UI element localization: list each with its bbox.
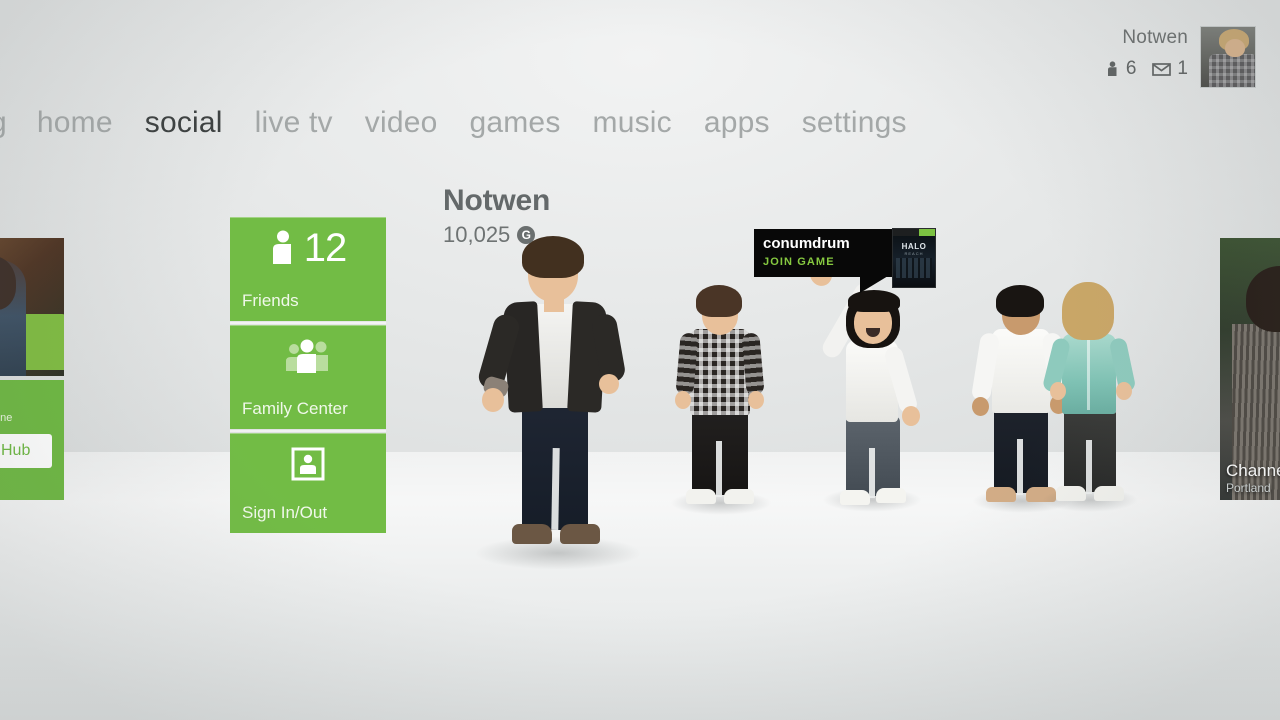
- gamertag-name: Notwen: [443, 184, 551, 217]
- tile-friends-label: Friends: [242, 291, 299, 310]
- boxart-subtitle: REACH: [904, 251, 924, 256]
- game-boxart-thumbnail: HALO REACH: [892, 228, 936, 288]
- avatar-shoe-right: [560, 524, 600, 544]
- friends-online-stat[interactable]: 6: [1107, 58, 1137, 79]
- tile-signin-content: [230, 433, 386, 495]
- gamerscore-row: 10,025 G: [443, 224, 550, 246]
- tile-separator: [230, 322, 386, 324]
- callout-tail: [860, 276, 888, 293]
- avatar-hand-left: [675, 391, 691, 409]
- avatar-hand-right: [599, 374, 619, 394]
- friend-join-game-callout[interactable]: conumdrum JOIN GAME HALO REACH: [754, 228, 936, 293]
- friends-online-count: 6: [1125, 58, 1137, 79]
- avatar-hand-right: [1116, 382, 1132, 400]
- sign-in-out-icon: [291, 447, 325, 481]
- avatar-hair: [1062, 282, 1114, 340]
- avatar-hair: [696, 285, 742, 317]
- messages-count: 1: [1177, 58, 1188, 79]
- friends-count: 12: [303, 226, 347, 270]
- edge-tile-title: Channe: [1226, 460, 1280, 480]
- edge-tile-title: how: [0, 352, 58, 371]
- avatar-shoe-right: [1094, 486, 1124, 501]
- avatar-shoe-left: [686, 489, 716, 504]
- edge-tile-channel[interactable]: Channe Portland: [1220, 238, 1280, 500]
- gamerscore-value: 10,025: [443, 222, 511, 247]
- avatar-hair-fringe: [848, 290, 900, 312]
- edge-tile-caption: Channe Portland: [1220, 457, 1280, 500]
- gamertag-panel: Notwen 10,025 G: [443, 186, 550, 246]
- avatar-leg-gap: [551, 447, 560, 531]
- nav-item-music[interactable]: music: [593, 108, 672, 138]
- tile-separator: [230, 430, 386, 432]
- avatar-hand-left: [1050, 382, 1066, 400]
- nav-item-video[interactable]: video: [365, 108, 438, 138]
- avatar-shoe-right: [876, 488, 906, 503]
- notwen-avatar[interactable]: [460, 236, 650, 570]
- edge-tile-show[interactable]: how: [0, 238, 64, 376]
- avatar-hair: [996, 285, 1044, 317]
- main-navigation: ghome social live tv video games music apps set…: [0, 100, 1280, 146]
- boxart-title: HALO: [901, 242, 927, 251]
- nav-item-partial[interactable]: g: [0, 108, 7, 138]
- profile-summary[interactable]: Notwen 6 1: [1107, 26, 1256, 88]
- messages-stat[interactable]: 1: [1152, 59, 1188, 78]
- boxart-platform-bar: [893, 229, 935, 236]
- gamerscore-badge-icon: G: [517, 226, 536, 244]
- avatar-shoe-left: [512, 524, 552, 544]
- tile-family-content: [230, 325, 386, 387]
- friend-avatar-plaid[interactable]: [666, 285, 776, 515]
- avatar-shadow: [474, 536, 642, 570]
- photo-person-hair: [1246, 266, 1280, 332]
- avatar-hand-left: [972, 397, 989, 416]
- edge-tile-subtitle: Portland: [1226, 480, 1271, 495]
- nav-item-home[interactable]: home: [37, 108, 113, 138]
- profile-picture[interactable]: [1200, 26, 1256, 88]
- nav-item-games[interactable]: games: [469, 108, 560, 138]
- avatar-shoe-left: [1056, 486, 1086, 501]
- edge-tile-windows-phone[interactable]: ws Phone e Hub: [0, 380, 64, 500]
- profile-picture-face: [1225, 39, 1245, 57]
- family-group-icon: [286, 339, 328, 373]
- tile-family-center[interactable]: Family Center: [230, 322, 386, 429]
- social-tiles: 12 Friends Family Center Sign In/Out: [230, 217, 386, 533]
- boxart-figures: [896, 258, 932, 278]
- avatar-leg-gap: [869, 448, 875, 498]
- envelope-icon: [1152, 62, 1172, 76]
- tile-family-label: Family Center: [242, 399, 348, 418]
- nav-item-apps[interactable]: apps: [704, 108, 770, 138]
- nav-item-live-tv[interactable]: live tv: [255, 108, 333, 138]
- profile-stats: 6 1: [1107, 59, 1188, 78]
- tile-friends[interactable]: 12 Friends: [230, 217, 386, 321]
- edge-tile-caption: how: [0, 347, 64, 376]
- friend-bust-icon: [1107, 60, 1117, 76]
- avatar-plaid-shirt: [690, 329, 750, 415]
- game-hub-button[interactable]: e Hub: [0, 434, 52, 468]
- avatar-shoe-left: [840, 490, 870, 505]
- friend-bust-icon: [272, 230, 291, 264]
- avatar-leg-gap: [1086, 440, 1092, 494]
- avatar-jacket-zipper: [1087, 338, 1090, 410]
- tile-sign-in-out[interactable]: Sign In/Out: [230, 430, 386, 533]
- avatar-hand-right: [902, 406, 920, 426]
- avatar-hand-right: [748, 391, 764, 409]
- avatar-leg-gap: [1017, 439, 1023, 495]
- avatar-hand-left: [482, 388, 504, 412]
- tile-friends-content: 12: [230, 217, 386, 279]
- profile-gamertag: Notwen: [1122, 27, 1188, 48]
- windows-phone-label: ws Phone: [0, 412, 13, 424]
- avatar-shoe-right: [724, 489, 754, 504]
- profile-text: Notwen 6 1: [1107, 26, 1188, 78]
- avatar-shoe-left: [986, 487, 1016, 502]
- friend-avatar-waving[interactable]: [806, 258, 932, 516]
- profile-picture-body: [1209, 54, 1255, 87]
- tile-signin-label: Sign In/Out: [242, 503, 328, 522]
- nav-item-settings[interactable]: settings: [802, 108, 907, 138]
- friend-avatar-blonde[interactable]: [1040, 282, 1144, 514]
- nav-item-social[interactable]: social: [145, 108, 223, 138]
- avatar-leg-gap: [716, 441, 722, 497]
